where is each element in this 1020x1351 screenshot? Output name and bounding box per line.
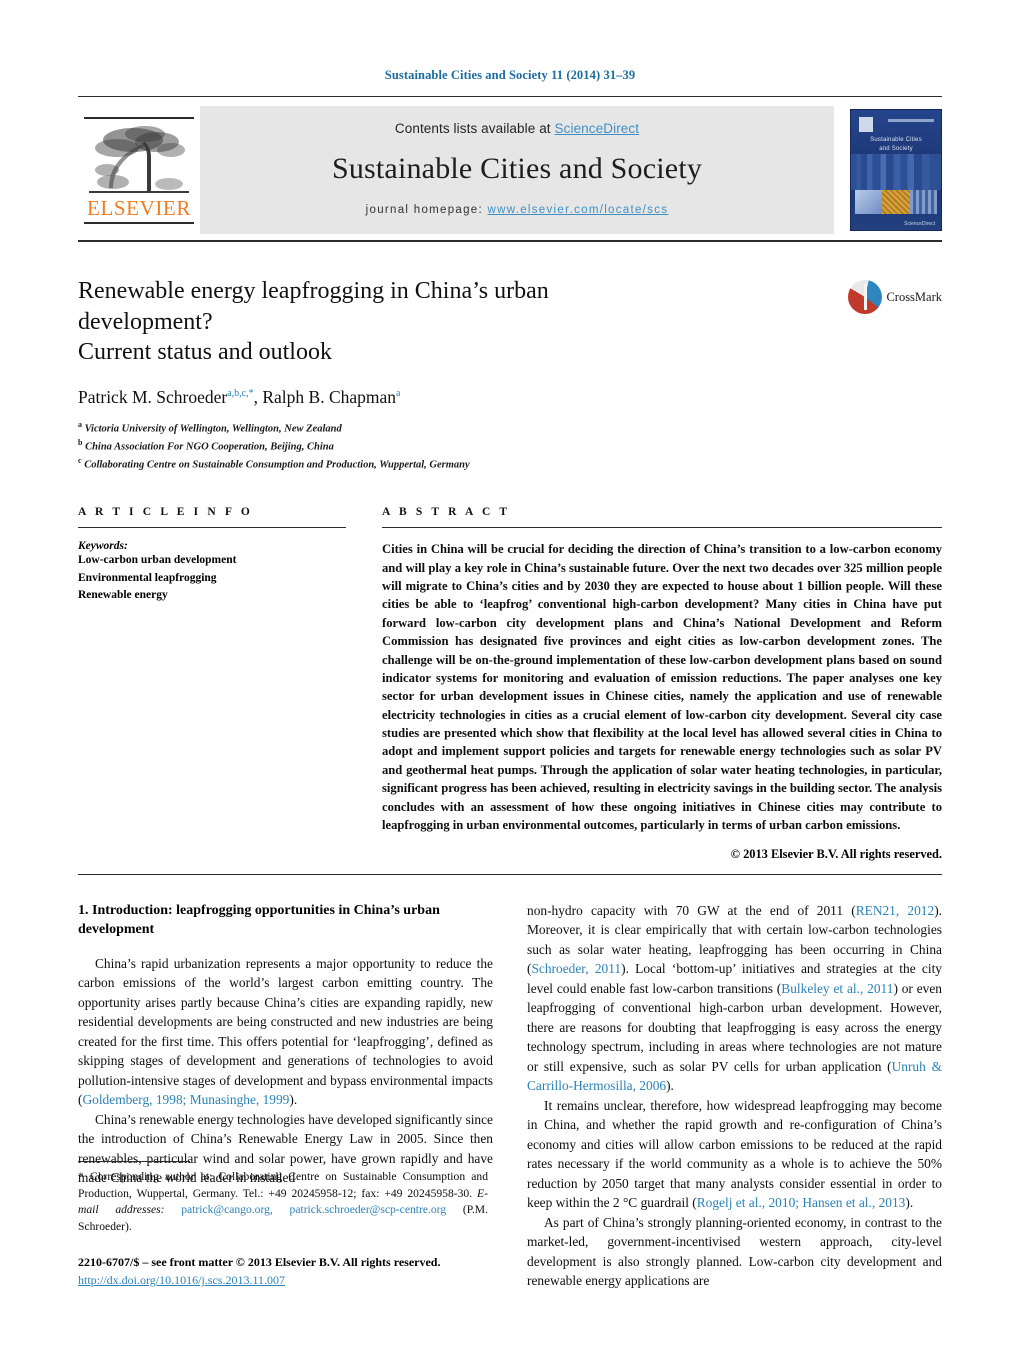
journal-cover-area: Sustainable Cities and Society Editor-in… (834, 106, 942, 234)
citation-link[interactable]: Bulkeley et al., 2011 (781, 981, 893, 996)
abstract-text: Cities in China will be crucial for deci… (382, 542, 942, 832)
elsevier-wordmark: ELSEVIER (87, 195, 191, 220)
cover-footer-text: ScienceDirect (904, 221, 935, 227)
article-content: Renewable energy leapfrogging in China’s… (78, 276, 942, 1291)
journal-cover-thumbnail: Sustainable Cities and Society Editor-in… (850, 109, 942, 231)
affiliation-list: a Victoria University of Wellington, Wel… (78, 419, 832, 472)
affiliation-item: b China Association For NGO Cooperation,… (78, 437, 832, 455)
abstract-heading: A B S T R A C T (382, 506, 511, 519)
affiliation-mark-a: a (78, 420, 82, 430)
journal-homepage-line: journal homepage: www.elsevier.com/locat… (366, 204, 669, 216)
journal-homepage-link[interactable]: www.elsevier.com/locate/scs (488, 204, 669, 216)
elsevier-logo: ELSEVIER (84, 116, 194, 224)
affiliation-mark-c: c (78, 455, 82, 465)
citation-link[interactable]: Schroeder, 2011 (531, 961, 621, 976)
masthead-center: Contents lists available at ScienceDirec… (200, 106, 834, 234)
homepage-prefix: journal homepage: (365, 203, 484, 216)
contents-list-line: Contents lists available at ScienceDirec… (395, 121, 639, 136)
cover-strip-image-1 (855, 190, 883, 214)
footnote-rule (78, 1161, 190, 1163)
citation-link[interactable]: Goldemberg, 1998; Munasinghe, 1999 (82, 1092, 289, 1107)
email-addresses-link[interactable]: patrick@cango.org, patrick.schroeder@scp… (181, 1203, 446, 1216)
paragraph-text-tail: ). (289, 1092, 298, 1108)
cover-badge-icon (859, 117, 873, 132)
affiliation-item: c Collaborating Centre on Sustainable Co… (78, 455, 832, 473)
page-title: Renewable energy leapfrogging in China’s… (78, 276, 688, 368)
paragraph-text: ). (905, 1195, 914, 1211)
publisher-logo-area: ELSEVIER (78, 106, 200, 234)
keyword-item: Renewable energy (78, 588, 168, 601)
abstract-rule (382, 527, 942, 529)
doi-link[interactable]: http://dx.doi.org/10.1016/j.scs.2013.11.… (78, 1273, 285, 1287)
author-marks-1: a (396, 388, 401, 400)
section-heading-introduction: 1. Introduction: leapfrogging opportunit… (78, 902, 440, 938)
journal-masthead: ELSEVIER Contents lists available at Sci… (78, 106, 942, 234)
header-rule-bottom (78, 240, 942, 242)
affiliation-text-a: Victoria University of Wellington, Welli… (84, 423, 342, 435)
author-name-1: Ralph B. Chapman (262, 387, 397, 408)
paragraph: It remains unclear, therefore, how wides… (527, 1096, 942, 1213)
article-page: Sustainable Cities and Society 11 (2014)… (0, 0, 1020, 1351)
cover-title-line1: Sustainable Cities (870, 137, 922, 143)
article-info-heading: A R T I C L E I N F O (78, 506, 253, 519)
abstract-section: A B S T R A C T Cities in China will be … (382, 506, 942, 862)
paragraph: non-hydro capacity with 70 GW at the end… (527, 901, 942, 1096)
footnote-area: * Corresponding author at: Collaborating… (78, 1161, 488, 1289)
crossmark-icon (848, 280, 883, 314)
running-head: Sustainable Cities and Society 11 (2014)… (384, 68, 636, 82)
body-column-right: non-hydro capacity with 70 GW at the end… (527, 901, 942, 1291)
affiliation-item: a Victoria University of Wellington, Wel… (78, 419, 832, 437)
author-marks-0: a,b,c,* (227, 388, 254, 400)
sciencedirect-link[interactable]: ScienceDirect (555, 121, 640, 136)
paragraph-text: non-hydro capacity with 70 GW at the end… (527, 902, 856, 918)
citation-link[interactable]: Rogelj et al., 2010; Hansen et al., 2013 (697, 1195, 906, 1210)
corresponding-author-note: * Corresponding author at: Collaborating… (78, 1169, 488, 1235)
paragraph-text: China’s rapid urbanization represents a … (78, 955, 493, 1108)
paragraph-text: It remains unclear, therefore, how wides… (527, 1097, 942, 1211)
journal-title: Sustainable Cities and Society (331, 151, 703, 185)
title-column: Renewable energy leapfrogging in China’s… (78, 276, 832, 472)
title-block: Renewable energy leapfrogging in China’s… (78, 276, 942, 472)
abstract-bottom-rule (78, 873, 942, 875)
affiliation-text-b: China Association For NGO Cooperation, B… (85, 441, 334, 453)
author-list: Patrick M. Schroedera,b,c,*, Ralph B. Ch… (78, 387, 401, 408)
cover-image-strip (855, 190, 937, 214)
crossmark-label: CrossMark (886, 289, 942, 304)
citation-link[interactable]: REN21, 2012 (856, 903, 934, 918)
author-name-0: Patrick M. Schroeder (78, 387, 228, 408)
abstract-copyright: © 2013 Elsevier B.V. All rights reserved… (730, 846, 942, 861)
logo-rule-bottom (84, 221, 194, 224)
cover-strip-image-3 (909, 190, 937, 214)
contents-prefix: Contents lists available at (394, 120, 555, 136)
crossmark-badge[interactable]: CrossMark (848, 280, 942, 314)
paragraph-text: As part of China’s strongly planning-ori… (527, 1214, 942, 1289)
paragraph: As part of China’s strongly planning-ori… (527, 1213, 942, 1291)
title-line-2: Current status and outlook (78, 339, 332, 366)
corresponding-author-text: * Corresponding author at: Collaborating… (78, 1170, 488, 1200)
header-rule-top (78, 96, 942, 97)
article-info-section: A R T I C L E I N F O Keywords: Low-carb… (78, 506, 346, 862)
paragraph-text: ). (666, 1078, 674, 1094)
issn-block: 2210-6707/$ – see front matter © 2013 El… (78, 1253, 488, 1289)
issn-line: 2210-6707/$ – see front matter © 2013 El… (78, 1255, 441, 1269)
keyword-item: Environmental leapfrogging (78, 571, 217, 584)
article-info-rule (78, 527, 346, 529)
affiliation-mark-b: b (78, 437, 83, 447)
info-abstract-wrap: A R T I C L E I N F O Keywords: Low-carb… (78, 506, 942, 862)
elsevier-tree-icon (89, 125, 189, 193)
cover-skyline-graphic (851, 154, 941, 190)
affiliation-text-c: Collaborating Centre on Sustainable Cons… (84, 459, 470, 471)
logo-rule-top (84, 116, 194, 119)
cover-header-strip (888, 119, 934, 122)
paragraph: China’s rapid urbanization represents a … (78, 954, 493, 1110)
title-line-1: Renewable energy leapfrogging in China’s… (78, 278, 549, 335)
crossmark-column: CrossMark (832, 276, 942, 314)
cover-strip-image-2 (882, 190, 910, 214)
cover-title-line2: and Society (879, 146, 913, 152)
keyword-item: Low-carbon urban development (78, 554, 237, 567)
keywords-label: Keywords: (78, 540, 128, 553)
